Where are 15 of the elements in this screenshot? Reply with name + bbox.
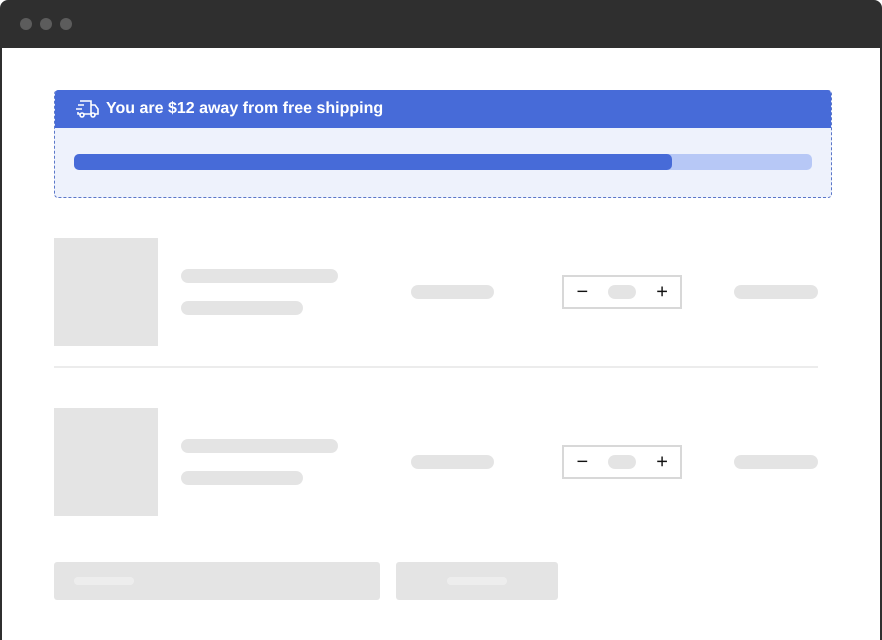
window-dot[interactable] [20, 18, 32, 30]
skeleton-line [608, 285, 636, 299]
skeleton-button[interactable] [396, 562, 558, 600]
truck-icon [74, 99, 100, 119]
quantity-stepper[interactable]: − + [562, 445, 682, 479]
decrement-button[interactable]: − [572, 280, 592, 304]
window-dot[interactable] [40, 18, 52, 30]
skeleton-button[interactable] [54, 562, 380, 600]
decrement-button[interactable]: − [572, 450, 592, 474]
increment-button[interactable]: + [652, 280, 672, 304]
increment-button[interactable]: + [652, 450, 672, 474]
window-dot[interactable] [60, 18, 72, 30]
shipping-message: You are $12 away from free shipping [106, 100, 384, 118]
quantity-stepper[interactable]: − + [562, 275, 682, 309]
skeleton-line [608, 455, 636, 469]
